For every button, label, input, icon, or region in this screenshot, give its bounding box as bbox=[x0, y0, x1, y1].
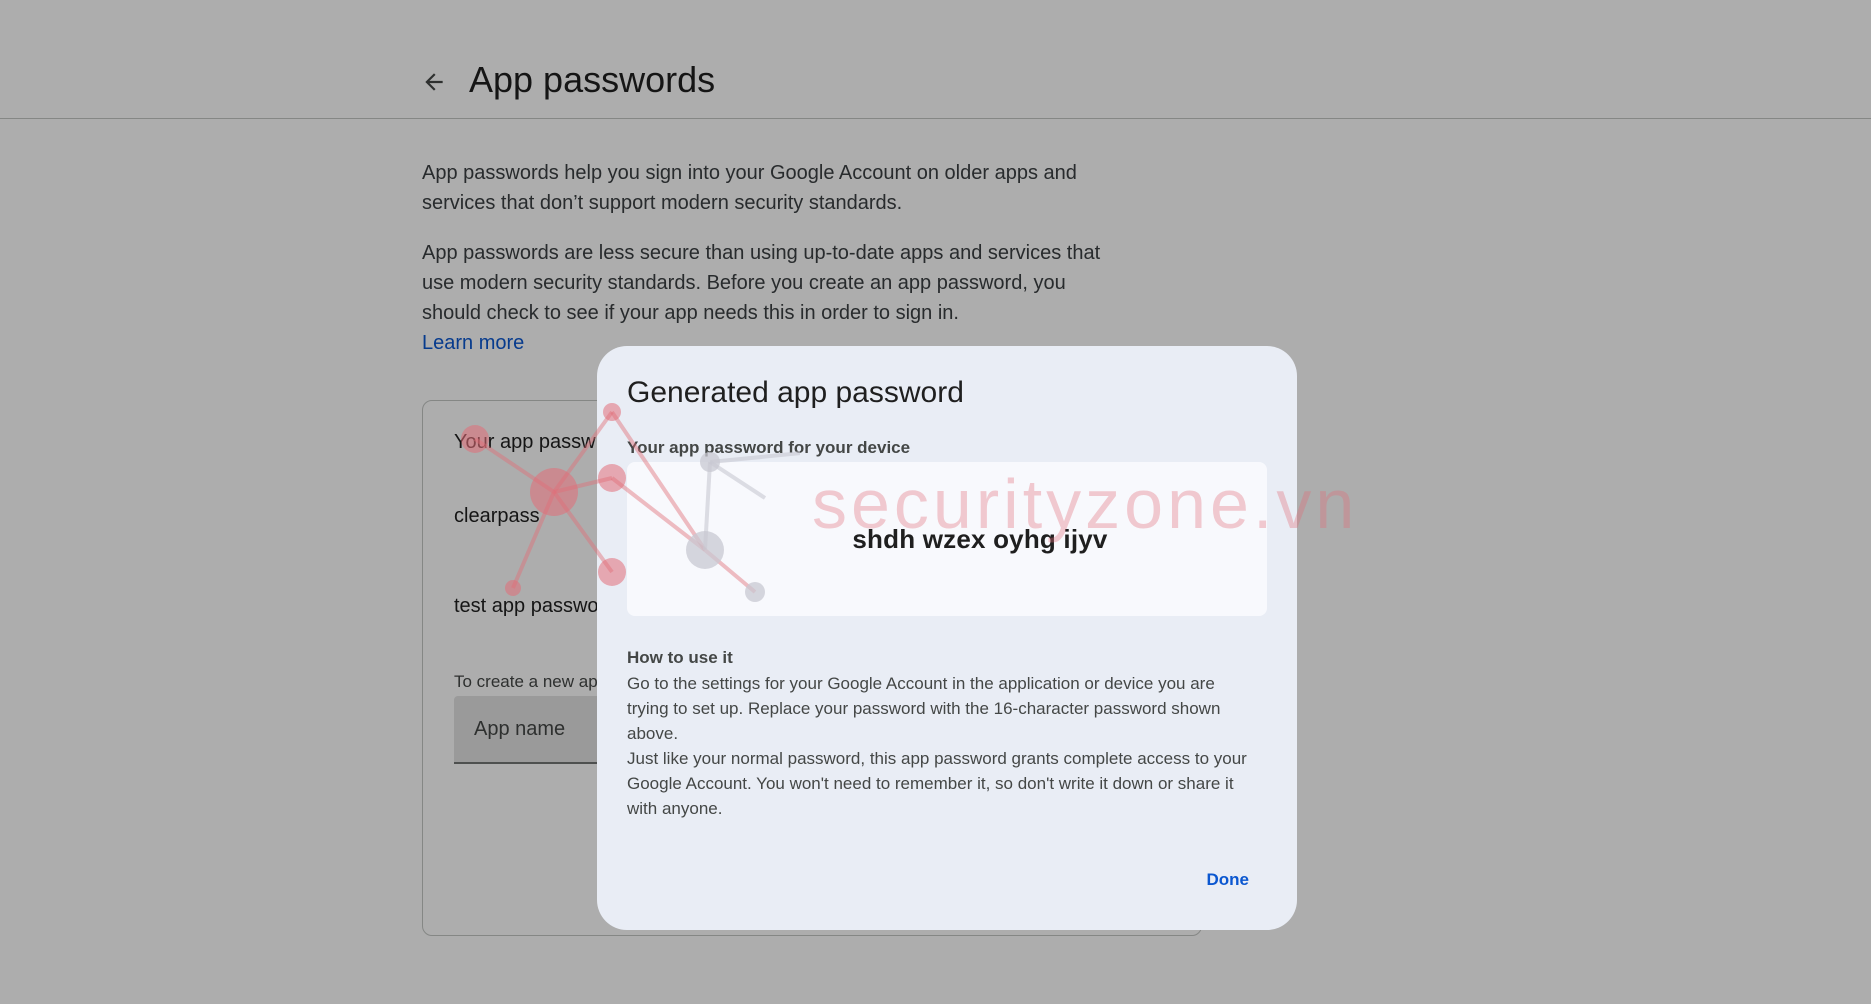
security-note-text: Just like your normal password, this app… bbox=[627, 749, 1247, 818]
generated-password[interactable]: shdh wzex oyhg ijyv bbox=[852, 524, 1107, 555]
generated-password-dialog: Generated app password Your app password… bbox=[597, 346, 1297, 930]
password-label: Your app password for your device bbox=[627, 438, 911, 457]
password-box: shdh wzex oyhg ijyv bbox=[627, 462, 1267, 616]
done-button[interactable]: Done bbox=[1207, 862, 1250, 898]
how-to-use-title: How to use it bbox=[627, 648, 733, 667]
how-to-use-text: Go to the settings for your Google Accou… bbox=[627, 674, 1221, 743]
dialog-title: Generated app password bbox=[627, 376, 964, 409]
